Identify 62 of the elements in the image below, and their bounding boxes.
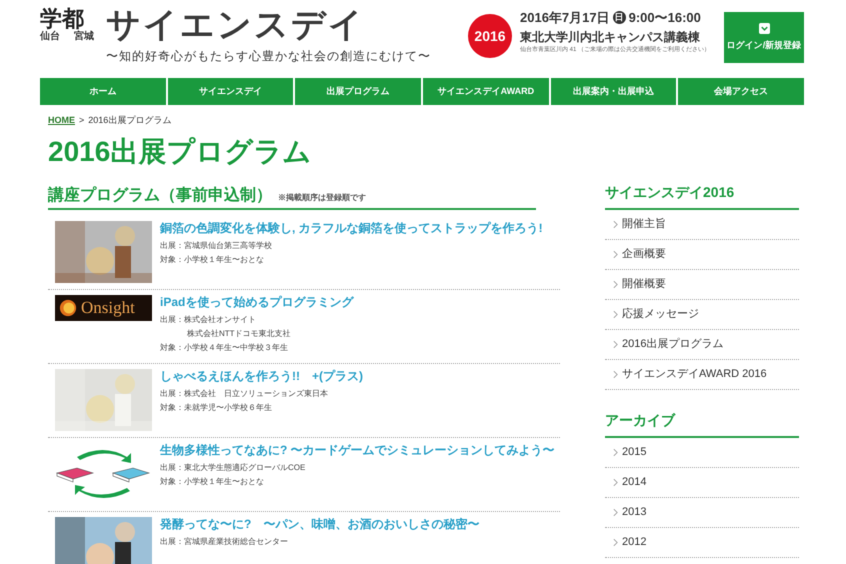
sidebar-link[interactable]: 2013 <box>605 498 799 528</box>
program-detail: 出展：宮城県仙台第三高等学校 <box>160 240 273 252</box>
site-title: サイエンスデイ <box>106 8 366 42</box>
sidebar-heading: サイエンスデイ2016 <box>605 182 799 210</box>
prefecture-label: 宮城 <box>74 32 94 42</box>
chevron-right-icon <box>613 340 618 348</box>
event-time: 9:00〜16:00 <box>628 9 701 27</box>
program-detail: 対象：小学校４年生〜中学校３年生 <box>160 342 289 354</box>
program-title[interactable]: しゃべるえほんを作ろう!! +(プラス) <box>160 368 363 384</box>
section-note: ※掲載順序は登録順です <box>278 192 366 204</box>
program-title[interactable]: 生物多様性ってなあに? 〜カードゲームでシミュレーションしてみよう〜 <box>160 442 555 458</box>
program-title[interactable]: 銅箔の色調変化を体験し, カラフルな銅箔を使ってストラップを作ろう! <box>160 220 543 236</box>
program-detail: 出展：株式会社オンサイト <box>160 314 257 326</box>
program-detail: 対象：未就学児〜小学校６年生 <box>160 402 273 414</box>
chevron-right-icon <box>613 310 618 318</box>
sidebar-link[interactable]: 2012 <box>605 528 799 558</box>
chevron-right-icon <box>613 370 618 378</box>
chevron-right-icon <box>613 280 618 288</box>
program-detail: 対象：小学校１年生〜おとな <box>160 476 265 488</box>
program-title[interactable]: 発酵ってな〜に? 〜パン、味噌、お酒のおいしさの秘密〜 <box>160 516 480 532</box>
login-button[interactable]: ログイン/新規登録 <box>724 12 804 63</box>
sidebar-link[interactable]: 企画概要 <box>605 240 799 270</box>
sidebar-link[interactable]: 応援メッセージ <box>605 300 799 330</box>
city-label: 仙台 <box>40 32 60 42</box>
breadcrumb-separator: > <box>79 114 84 127</box>
section-heading: 講座プログラム（事前申込制） <box>48 188 272 204</box>
program-detail: 株式会社NTTドコモ東北支社 <box>186 328 292 340</box>
page-title: 2016出展プログラム <box>48 134 312 168</box>
weekday-badge: 日 <box>612 11 626 24</box>
sidebar-link[interactable]: サイエンスデイAWARD 2016 <box>605 360 799 390</box>
sidebar-heading: アーカイブ <box>605 410 799 438</box>
venue: 東北大学川内北キャンパス講義棟 <box>520 28 701 46</box>
chevron-right-icon <box>613 478 618 486</box>
logo-text: 学都 <box>40 8 84 30</box>
sidebar-link[interactable]: 2015 <box>605 438 799 468</box>
nav-tab[interactable]: 出展案内・出展申込 <box>550 78 676 105</box>
tagline: 〜知的好奇心がもたらす心豊かな社会の創造にむけて〜 <box>106 48 432 64</box>
event-date: 2016年7月17日 <box>520 9 610 27</box>
sidebar-link[interactable]: 2014 <box>605 468 799 498</box>
chevron-right-icon <box>613 508 618 516</box>
nav-tab[interactable]: 会場アクセス <box>678 78 804 105</box>
breadcrumb-current: 2016出展プログラム <box>88 114 172 127</box>
company-logo: Onsight <box>55 294 152 320</box>
chevron-right-icon <box>613 220 618 228</box>
sidebar-link[interactable]: 開催主旨 <box>605 210 799 240</box>
nav-tab[interactable]: ホーム <box>40 78 166 105</box>
sidebar-link[interactable]: 2016出展プログラム <box>605 330 799 360</box>
nav-tab[interactable]: サイエンスデイAWARD <box>423 78 549 105</box>
sidebar-link[interactable]: 開催概要 <box>605 270 799 300</box>
program-detail: 対象：小学校１年生〜おとな <box>160 254 265 266</box>
chevron-right-icon <box>613 538 618 546</box>
chevron-down-icon <box>758 22 770 34</box>
nav-tab[interactable]: 出展プログラム <box>295 78 422 105</box>
program-detail: 出展：株式会社 日立ソリューションズ東日本 <box>160 388 329 400</box>
home-link[interactable]: HOME <box>48 114 75 128</box>
program-detail: 出展：東北大学生態適応グローバルCOE <box>160 462 306 474</box>
program-title[interactable]: iPadを使って始めるプログラミング <box>160 294 354 310</box>
year-badge: 2016 <box>468 14 512 58</box>
nav-tab[interactable]: サイエンスデイ <box>168 78 294 105</box>
chevron-right-icon <box>613 250 618 258</box>
program-detail: 出展：宮城県産業技術総合センター <box>160 536 289 548</box>
chevron-right-icon <box>613 448 618 456</box>
